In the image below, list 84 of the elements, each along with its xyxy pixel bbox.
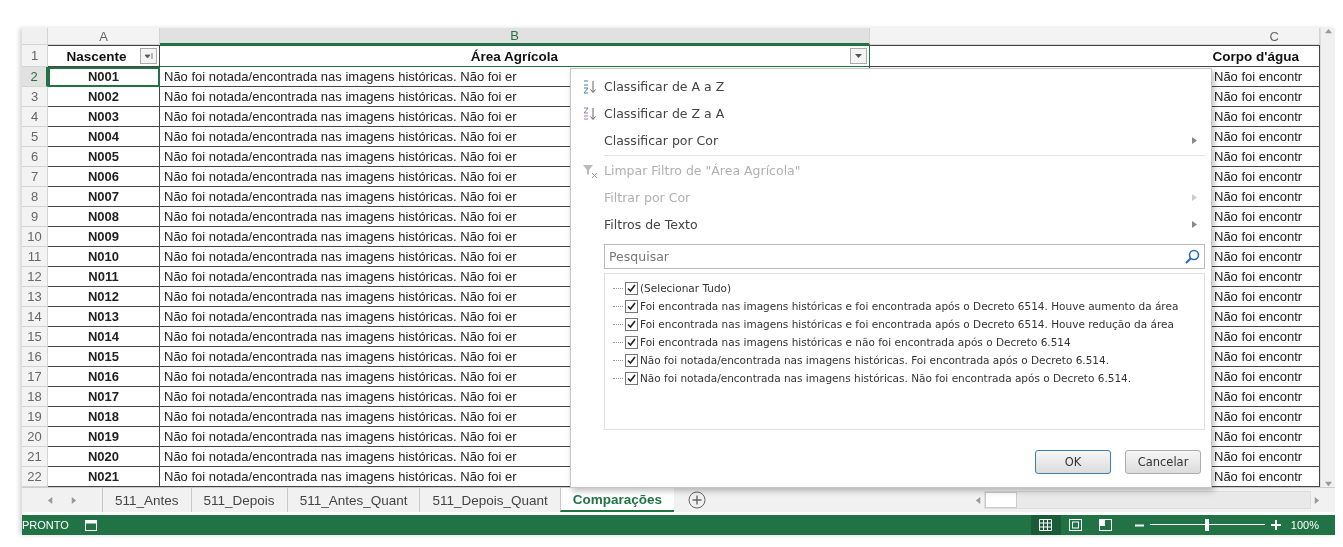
- grid-view-icon[interactable]: [1039, 519, 1053, 531]
- sort-ascending-icon: [581, 78, 598, 95]
- table-cell: N016: [48, 367, 160, 387]
- table-cell: N013: [48, 307, 160, 327]
- checkbox[interactable]: [625, 281, 638, 295]
- row-header[interactable]: 7: [22, 167, 48, 187]
- row-header[interactable]: 13: [22, 287, 48, 307]
- horizontal-scrollbar[interactable]: [984, 491, 1311, 509]
- row-header[interactable]: 9: [22, 207, 48, 227]
- header-label: Corpo d'água: [1212, 48, 1299, 64]
- row-header[interactable]: 22: [22, 467, 48, 487]
- sheet-tab[interactable]: 511_Antes_Quant: [286, 488, 420, 512]
- table-cell: N019: [48, 427, 160, 447]
- submenu-arrow-icon: [1192, 194, 1197, 201]
- header-label: Nascente: [66, 48, 128, 64]
- filter-icon: [143, 52, 154, 60]
- view-button[interactable]: [1030, 515, 1061, 535]
- table-cell: N020: [48, 447, 160, 467]
- row-header[interactable]: 20: [22, 427, 48, 447]
- zoom-slider-thumb[interactable]: [1205, 519, 1210, 531]
- row-header[interactable]: 11: [22, 247, 48, 267]
- table-cell: N012: [48, 287, 160, 307]
- checkbox[interactable]: [625, 317, 638, 331]
- row-header[interactable]: 2: [22, 67, 48, 87]
- table-cell: N005: [48, 147, 160, 167]
- row-header[interactable]: 8: [22, 187, 48, 207]
- table-cell: N010: [48, 247, 160, 267]
- row-header[interactable]: 4: [22, 107, 48, 127]
- row-header[interactable]: 21: [22, 447, 48, 467]
- checkbox[interactable]: [625, 371, 638, 385]
- sheet-tab[interactable]: 511_Depois: [190, 488, 287, 512]
- zoom-in-icon[interactable]: [1270, 520, 1281, 530]
- row-header[interactable]: 12: [22, 267, 48, 287]
- column-header[interactable]: B: [160, 28, 870, 45]
- row-header[interactable]: 15: [22, 327, 48, 347]
- macro-record-icon[interactable]: [84, 519, 97, 531]
- row-header[interactable]: 18: [22, 387, 48, 407]
- caret-icon: [855, 53, 862, 59]
- table-cell: N009: [48, 227, 160, 247]
- row-header[interactable]: 17: [22, 367, 48, 387]
- filter-applied-button[interactable]: [140, 48, 157, 64]
- row-header[interactable]: 19: [22, 407, 48, 427]
- clear-filter-icon: [581, 162, 598, 179]
- column-header[interactable]: C: [870, 28, 1320, 45]
- checkbox[interactable]: [625, 299, 638, 313]
- row-header[interactable]: 16: [22, 347, 48, 367]
- table-cell: N008: [48, 207, 160, 227]
- row-header[interactable]: 5: [22, 127, 48, 147]
- table-cell: N001: [48, 67, 160, 87]
- checkbox[interactable]: [625, 335, 638, 349]
- row-header[interactable]: 1: [22, 45, 48, 67]
- row-header[interactable]: 14: [22, 307, 48, 327]
- checkbox[interactable]: [625, 353, 638, 367]
- submenu-arrow-icon: [1192, 137, 1197, 144]
- sheet-tab[interactable]: 511_Antes: [102, 488, 191, 512]
- submenu-arrow-icon: [1192, 221, 1197, 228]
- status-text: PRONTO: [22, 519, 69, 531]
- add-sheet-icon[interactable]: [688, 491, 707, 509]
- sheet-tab[interactable]: 511_Depois_Quant: [419, 488, 560, 512]
- table-cell: N017: [48, 387, 160, 407]
- table-cell: N003: [48, 107, 160, 127]
- search-field[interactable]: Pesquisar: [604, 244, 1205, 269]
- table-cell: N011: [48, 267, 160, 287]
- page-break-icon[interactable]: [1099, 519, 1113, 531]
- search-icon: [1185, 249, 1200, 264]
- row-header[interactable]: 6: [22, 147, 48, 167]
- sort-descending-icon: [581, 105, 598, 122]
- row-header[interactable]: 3: [22, 87, 48, 107]
- table-cell: N014: [48, 327, 160, 347]
- sheet-tab[interactable]: Comparações: [559, 488, 675, 512]
- dialog-button[interactable]: OK: [1035, 450, 1111, 474]
- filter-dropdown-button[interactable]: [850, 48, 867, 64]
- dialog-button[interactable]: Cancelar: [1125, 450, 1201, 474]
- header-label: Área Agrícola: [470, 48, 559, 64]
- page-layout-icon[interactable]: [1069, 519, 1083, 531]
- table-cell: N002: [48, 87, 160, 107]
- table-cell: N018: [48, 407, 160, 427]
- table-cell: N006: [48, 167, 160, 187]
- table-cell: N007: [48, 187, 160, 207]
- table-cell: N015: [48, 347, 160, 367]
- column-header[interactable]: A: [48, 28, 160, 45]
- zoom-level[interactable]: 100%: [1290, 519, 1319, 531]
- row-header[interactable]: 10: [22, 227, 48, 247]
- table-cell: N004: [48, 127, 160, 147]
